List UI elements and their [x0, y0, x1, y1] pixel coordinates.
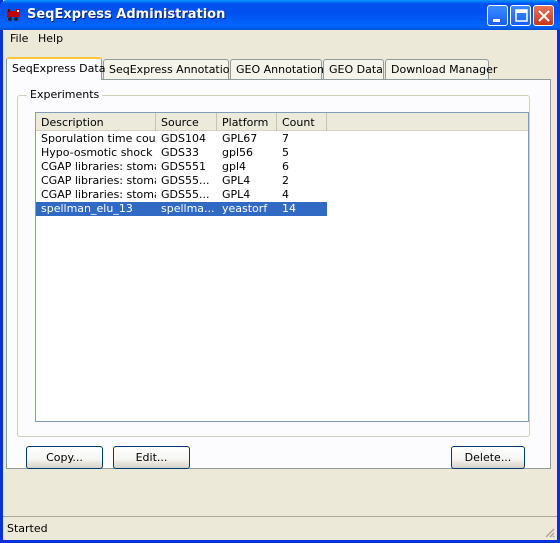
table-cell: 2 [282, 174, 289, 187]
table-cell: 14 [277, 202, 327, 216]
table-cell: 7 [282, 132, 289, 145]
table-cell: gpl4 [222, 160, 247, 173]
edit-button[interactable]: Edit... [113, 446, 190, 469]
column-header-source[interactable]: Source [156, 113, 217, 131]
table-cell: GPL4 [222, 188, 251, 201]
maximize-button[interactable] [510, 5, 531, 26]
title-bar[interactable]: SeqExpress Administration [0, 0, 560, 30]
column-header-platform[interactable]: Platform [217, 113, 277, 131]
groupbox-label: Experiments [27, 88, 103, 101]
table-row[interactable]: Hypo-osmotic shock ti... GDS33 gpl56 5 [36, 146, 528, 160]
table-cell: spellman_elu_13 [36, 202, 156, 216]
table-cell: Sporulation time course [41, 132, 156, 145]
table-cell: 4 [282, 188, 289, 201]
tab-geo-annotations[interactable]: GEO Annotations [230, 59, 330, 79]
column-header-description[interactable]: Description [36, 113, 156, 131]
status-bar: Started [3, 516, 557, 540]
table-cell: spellma... [156, 202, 217, 216]
table-cell: CGAP libraries: stoma... [41, 174, 156, 187]
column-header-count[interactable]: Count [277, 113, 327, 131]
menu-file[interactable]: File [10, 32, 28, 45]
delete-button[interactable]: Delete... [451, 446, 525, 469]
menu-help[interactable]: Help [38, 32, 63, 45]
table-cell: GPL67 [222, 132, 258, 145]
table-row[interactable]: Sporulation time course GDS104 GPL67 7 [36, 132, 528, 146]
minimize-button[interactable] [487, 5, 508, 26]
minimize-icon [493, 19, 500, 22]
table-cell: CGAP libraries: stoma... [41, 188, 156, 201]
table-cell: CGAP libraries: stomach [41, 160, 156, 173]
table-cell: gpl56 [222, 146, 254, 159]
experiments-list[interactable]: Description Source Platform Count Sporul… [35, 112, 529, 422]
tab-seqexpress-annotations[interactable]: SeqExpress Annotations [103, 59, 242, 79]
app-window: SeqExpress Administration File Help SeqE… [0, 0, 560, 543]
table-cell: GDS551 [161, 160, 206, 173]
close-icon [538, 10, 550, 22]
tab-geo-data[interactable]: GEO Data [323, 59, 384, 79]
menu-bar: File Help [3, 30, 557, 48]
list-header: Description Source Platform Count [36, 113, 528, 131]
maximize-icon [515, 9, 528, 22]
resize-grip-icon[interactable] [543, 526, 555, 538]
table-row[interactable]: spellman_elu_13 spellma... yeastorf 14 [36, 202, 327, 216]
table-row[interactable]: CGAP libraries: stoma... GDS55... GPL4 4 [36, 188, 528, 202]
table-cell: GPL4 [222, 174, 251, 187]
table-cell: 6 [282, 160, 289, 173]
close-button[interactable] [533, 5, 554, 26]
table-cell: Hypo-osmotic shock ti... [41, 146, 156, 159]
table-row[interactable]: CGAP libraries: stomach GDS551 gpl4 6 [36, 160, 528, 174]
table-cell: GDS33 [161, 146, 199, 159]
table-cell: 5 [282, 146, 289, 159]
train-icon [7, 9, 20, 21]
copy-button[interactable]: Copy... [26, 446, 103, 469]
tab-download-manager[interactable]: Download Manager [385, 59, 497, 79]
table-cell: GDS55... [161, 188, 210, 201]
window-title: SeqExpress Administration [27, 7, 226, 22]
tab-seqexpress-data[interactable]: SeqExpress Data [6, 57, 105, 80]
table-cell: GDS104 [161, 132, 206, 145]
table-cell: yeastorf [217, 202, 277, 216]
tab-strip: SeqExpress Data SeqExpress Annotations G… [3, 57, 557, 80]
table-cell: GDS55... [161, 174, 210, 187]
status-text: Started [7, 522, 48, 535]
table-row[interactable]: CGAP libraries: stoma... GDS55... GPL4 2 [36, 174, 528, 188]
